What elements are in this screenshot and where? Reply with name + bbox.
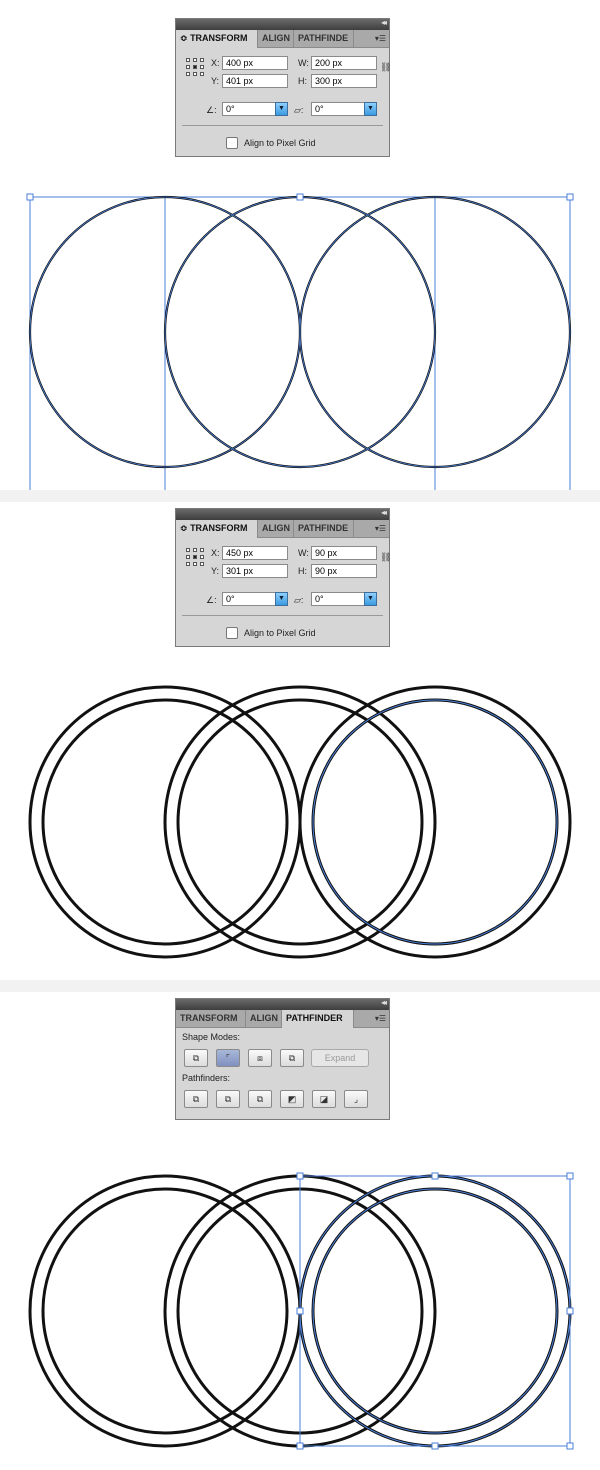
selection-handle[interactable]	[296, 1172, 304, 1180]
selection-handle[interactable]	[566, 1442, 574, 1450]
selection-handle[interactable]	[431, 1442, 439, 1450]
artboard-1	[26, 193, 574, 490]
selection-handle[interactable]	[296, 1307, 304, 1315]
step-3: ◂◂ TRANSFORM ALIGN PATHFINDER ▾☰ Shape M…	[0, 992, 600, 1470]
section-separator	[0, 980, 600, 992]
selection-handle[interactable]	[566, 1307, 574, 1315]
step-2: ◂◂ ≎ TRANSFORM ALIGN PATHFINDE ▾☰ X: 450…	[0, 502, 600, 980]
selection-handle[interactable]	[566, 193, 574, 201]
selection-handle[interactable]	[296, 1442, 304, 1450]
selection-handle[interactable]	[566, 1172, 574, 1180]
step-1: ◂◂ ≎ TRANSFORM ALIGN PATHFINDE ▾☰ X: 400…	[0, 0, 600, 490]
selection-handle[interactable]	[26, 193, 34, 201]
artboard-2	[28, 685, 572, 959]
selection-handle[interactable]	[296, 193, 304, 201]
selection-handle[interactable]	[431, 1172, 439, 1180]
artboard-3	[28, 1172, 574, 1450]
section-separator	[0, 490, 600, 502]
